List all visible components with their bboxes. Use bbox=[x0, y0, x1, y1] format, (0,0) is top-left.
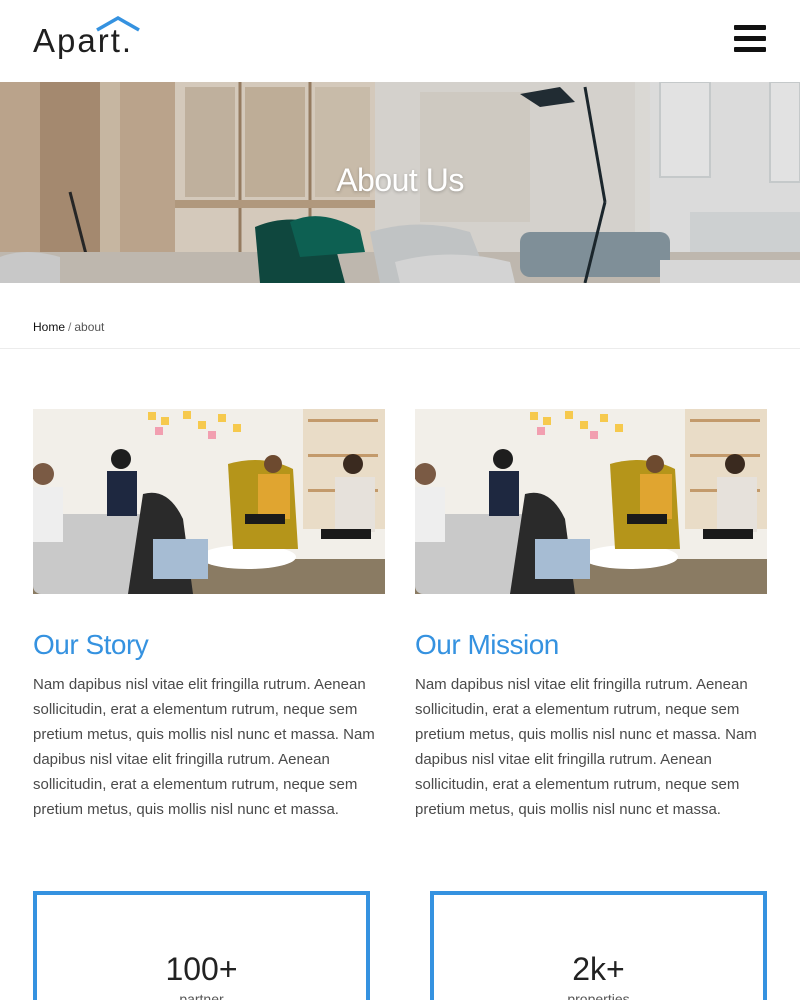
mission-image bbox=[415, 409, 767, 594]
stat-label: properties bbox=[567, 991, 630, 1000]
story-section: Our Story Nam dapibus nisl vitae elit fr… bbox=[33, 409, 385, 822]
hamburger-menu-icon[interactable] bbox=[734, 24, 766, 54]
hero-banner: About Us bbox=[0, 82, 800, 283]
stat-value: 2k+ bbox=[572, 951, 625, 987]
breadcrumb-current: about bbox=[74, 320, 105, 334]
breadcrumb: Home / about bbox=[33, 320, 104, 334]
meeting-photo bbox=[415, 409, 767, 594]
site-header: Apart. bbox=[0, 0, 800, 82]
divider bbox=[0, 348, 800, 349]
story-text: Nam dapibus nisl vitae elit fringilla ru… bbox=[33, 676, 375, 818]
logo[interactable]: Apart. bbox=[33, 16, 143, 66]
story-image bbox=[33, 409, 385, 594]
mission-section: Our Mission Nam dapibus nisl vitae elit … bbox=[415, 409, 767, 822]
stat-label: partner bbox=[179, 991, 224, 1000]
mission-title: Our Mission bbox=[415, 629, 559, 660]
logo-text: Apart. bbox=[33, 22, 134, 59]
mission-text: Nam dapibus nisl vitae elit fringilla ru… bbox=[415, 676, 757, 818]
stat-value: 100+ bbox=[165, 951, 238, 987]
breadcrumb-separator: / bbox=[68, 320, 72, 334]
meeting-photo bbox=[33, 409, 385, 594]
stat-card-partner: 100+ partner bbox=[33, 891, 370, 1000]
breadcrumb-home-link[interactable]: Home bbox=[33, 320, 65, 334]
page-title: About Us bbox=[336, 162, 464, 198]
stat-card-properties: 2k+ properties bbox=[430, 891, 767, 1000]
story-title: Our Story bbox=[33, 629, 149, 660]
